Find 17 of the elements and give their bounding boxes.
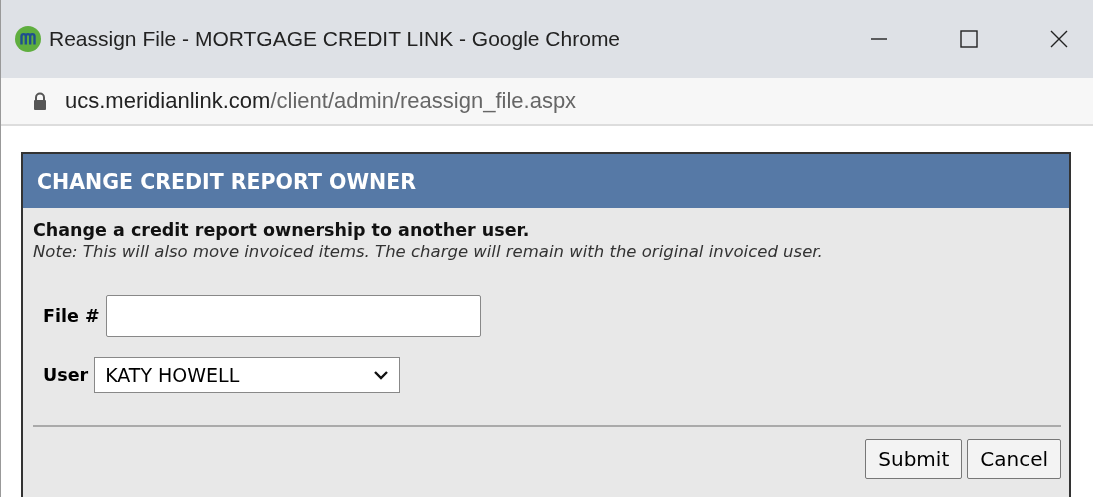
logo-icon: [15, 26, 41, 52]
panel-title: CHANGE CREDIT REPORT OWNER: [23, 154, 1069, 208]
window-title: Reassign File - MORTGAGE CREDIT LINK - Google Chrome: [49, 27, 621, 51]
maximize-icon[interactable]: [959, 29, 979, 49]
note-text: Note: This will also move invoiced items. The charge will remain with the original invoiced user.: [33, 242, 824, 261]
submit-button[interactable]: Submit: [865, 439, 963, 479]
close-icon[interactable]: [1049, 29, 1069, 49]
intro-text: Change a credit report ownership to another user.: [33, 220, 531, 240]
file-number-field[interactable]: [105, 295, 481, 337]
url-path[interactable]: /client/admin/reassign_file.aspx: [270, 88, 577, 114]
user-dropdown[interactable]: KATY HOWELL: [94, 357, 401, 393]
field-label: User: [43, 365, 89, 385]
cancel-button[interactable]: Cancel: [967, 439, 1061, 479]
field-label: File #: [43, 306, 100, 326]
lock-icon: [33, 92, 47, 110]
chevron-icon: [373, 370, 390, 380]
url-host[interactable]: ucs.meridianlink.com: [65, 88, 271, 114]
